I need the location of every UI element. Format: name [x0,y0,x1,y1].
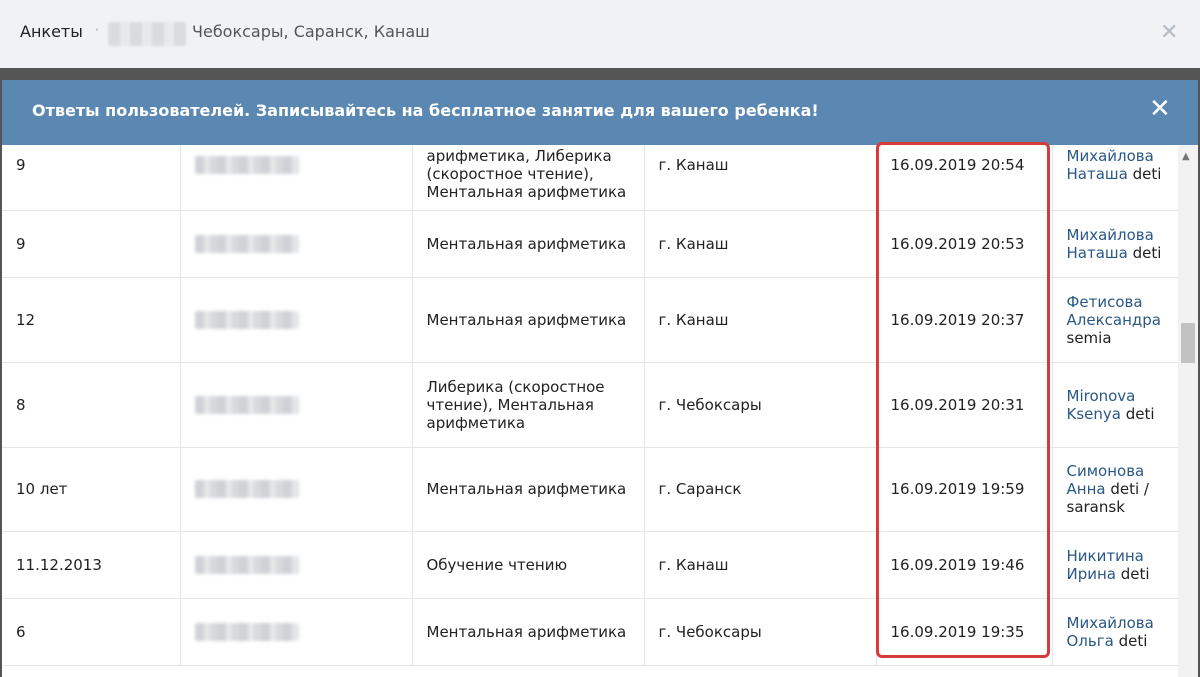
author-tag: semia [1066,328,1112,347]
course-cell: Либерика (скоростное чтение), Ментальная… [412,362,645,448]
breadcrumb-separator: · [95,23,99,37]
child-age-cell: 11.12.2013 [2,531,181,599]
author-cell: Михайлова Наташа deti [1052,145,1178,211]
datetime-cell: 16.09.2019 20:31 [876,362,1053,448]
course-cell: Ментальная арифметика [412,277,645,363]
close-icon[interactable]: ✕ [1160,20,1178,45]
table-row: 11.12.2013 Обучение чтению г. Канаш 16.09.2… [2,531,1178,599]
table-row: 6 Ментальная арифметика г. Чебоксары 16.09.… [2,598,1178,666]
scrollbar[interactable]: ▲ [1178,145,1198,677]
responses-table-area: 9 Ментальная арифметика, Либерика (скорос… [2,145,1178,677]
course-cell: Ментальная арифметика [412,210,645,278]
scrollbar-thumb[interactable] [1181,323,1195,363]
blurred-phone [194,234,299,253]
modal-header: Ответы пользователей. Записывайтесь на б… [2,80,1198,145]
phone-cell [180,277,413,363]
phone-cell [180,531,413,599]
close-icon[interactable]: ✕ [1149,96,1171,122]
author-cell: Михайлова Наташа deti [1052,210,1178,278]
table-row: 9 Ментальная арифметика г. Канаш 16.09.2019… [2,210,1178,278]
course-cell: Ментальная арифметика [412,447,645,532]
datetime-cell: 16.09.2019 19:35 [876,598,1053,666]
phone-cell [180,145,413,211]
child-age-cell: 10 лет [2,447,181,532]
author-tag: deti [1127,164,1162,183]
responses-table: 9 Ментальная арифметика, Либерика (скорос… [2,145,1178,666]
author-cell: Mironova Ksenya deti [1052,362,1178,448]
scroll-up-arrow-icon[interactable]: ▲ [1182,151,1190,162]
city-cell: г. Канаш [644,145,877,211]
author-cell: Никитина Ирина deti [1052,531,1178,599]
child-age-cell: 8 [2,362,181,448]
city-cell: г. Канаш [644,210,877,278]
breadcrumb-cities: Чебоксары, Саранск, Канаш [192,22,430,41]
modal-title: Ответы пользователей. Записывайтесь на б… [32,101,819,120]
course-cell: Ментальная арифметика [412,598,645,666]
blurred-group-name [108,22,186,46]
datetime-cell: 16.09.2019 20:37 [876,277,1053,363]
blurred-phone [194,155,299,174]
author-link[interactable]: Фетисова Александра [1067,293,1161,329]
child-age-cell: 9 [2,210,181,278]
blurred-phone [194,310,299,329]
city-cell: г. Канаш [644,531,877,599]
datetime-cell: 16.09.2019 20:54 [876,145,1053,211]
table-row: 8 Либерика (скоростное чтение), Ментальна… [2,362,1178,448]
city-cell: г. Саранск [644,447,877,532]
child-age-cell: 9 [2,145,181,211]
blurred-phone [194,480,299,498]
phone-cell [180,447,413,532]
city-cell: г. Чебоксары [644,362,877,448]
author-tag: deti [1116,564,1150,583]
phone-cell [180,598,413,666]
author-cell: Фетисова Александра semia [1052,277,1178,363]
table-row: 12 Ментальная арифметика г. Канаш 16.09.201… [2,277,1178,363]
responses-modal: Ответы пользователей. Записывайтесь на б… [0,80,1200,677]
datetime-cell: 16.09.2019 20:53 [876,210,1053,278]
child-age-cell: 6 [2,598,181,666]
topbar: Анкеты · Чебоксары, Саранск, Канаш ✕ [0,0,1200,68]
datetime-cell: 16.09.2019 19:46 [876,531,1053,599]
author-tag: deti [1120,404,1155,423]
city-cell: г. Канаш [644,277,877,363]
course-cell: Ментальная арифметика, Либерика (скорост… [412,145,645,211]
phone-cell [180,362,413,448]
blurred-phone [194,395,299,414]
phone-cell [180,210,413,278]
table-row: 10 лет Ментальная арифметика г. Саранск 16.… [2,447,1178,532]
overlay-backdrop [0,68,1200,80]
child-age-cell: 12 [2,277,181,363]
author-tag: deti [1127,243,1162,262]
blurred-phone [194,555,299,574]
author-tag: deti [1113,631,1148,650]
course-cell: Обучение чтению [412,531,645,599]
datetime-cell: 16.09.2019 19:59 [876,447,1053,532]
breadcrumb-section[interactable]: Анкеты [20,22,83,41]
city-cell: г. Чебоксары [644,598,877,666]
author-cell: Симонова Анна deti / saransk [1052,447,1178,532]
table-row: 9 Ментальная арифметика, Либерика (скорос… [2,145,1178,211]
blurred-phone [194,622,299,641]
author-cell: Михайлова Ольга deti [1052,598,1178,666]
